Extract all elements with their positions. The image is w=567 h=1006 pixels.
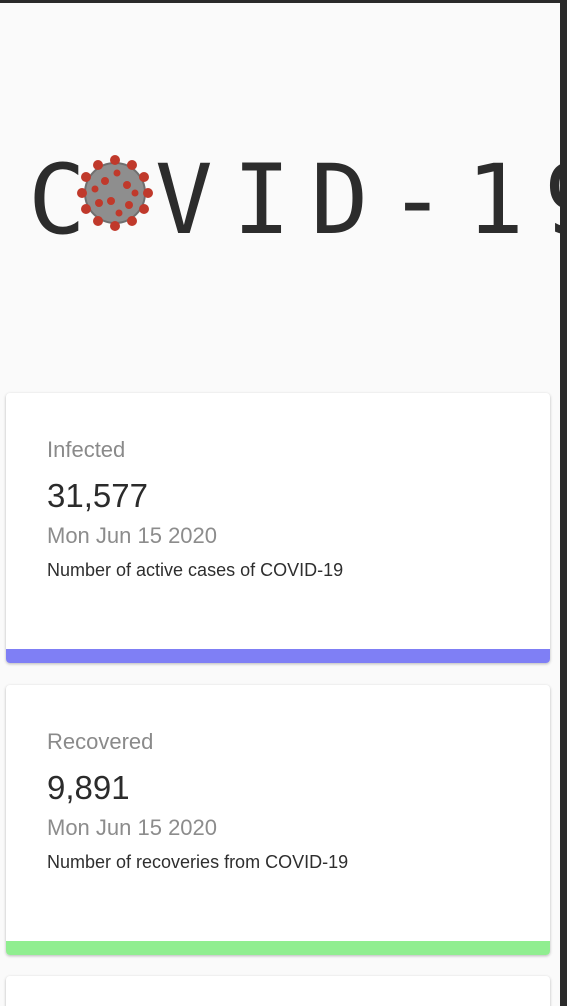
logo-text-right: VID-19 bbox=[155, 144, 560, 251]
partial-card bbox=[6, 976, 550, 1006]
card-title: Infected bbox=[47, 437, 126, 462]
covid-19-logo: C VID-1 bbox=[0, 141, 560, 251]
app-viewport: C VID-1 Infected 31,577 Mon Jun 15 2020 … bbox=[0, 0, 560, 1006]
card-date: Mon Jun 15 2020 bbox=[47, 815, 218, 840]
recovered-card: Recovered 9,891 Mon Jun 15 2020 Number o… bbox=[6, 685, 550, 955]
card-description: Number of recoveries from COVID-19 bbox=[47, 852, 349, 872]
card-value: 9,891 bbox=[47, 769, 130, 806]
card-description: Number of active cases of COVID-19 bbox=[47, 560, 344, 580]
window-edge bbox=[560, 0, 567, 1006]
infected-color-bar bbox=[6, 649, 550, 663]
card-value: 31,577 bbox=[47, 477, 148, 514]
card-title: Recovered bbox=[47, 729, 154, 754]
card-date: Mon Jun 15 2020 bbox=[47, 523, 218, 548]
infected-card: Infected 31,577 Mon Jun 15 2020 Number o… bbox=[6, 393, 550, 663]
recovered-color-bar bbox=[6, 941, 550, 955]
